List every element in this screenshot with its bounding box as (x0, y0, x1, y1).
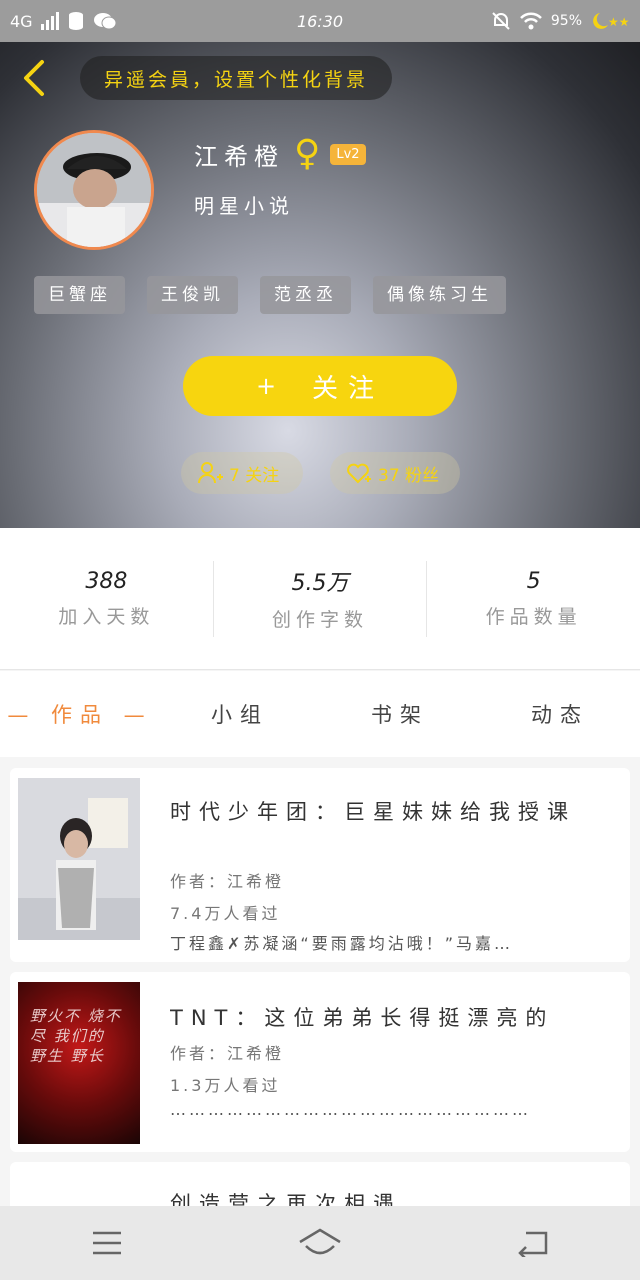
work-card[interactable]: 野火不 烧不尽 我们的 野生 野长 TNT：这位弟弟长得挺漂亮的 作者：江希橙 … (10, 972, 630, 1152)
stat-label: 创作字数 (272, 609, 369, 631)
user-name: 江希橙 (194, 142, 284, 171)
stat-value: 5.5万 (291, 571, 349, 596)
user-plus-icon (198, 462, 223, 484)
follow-button[interactable]: + 关注 (183, 356, 457, 416)
cover-text: 野火不 烧不尽 我们的 野生 野长 (30, 1007, 122, 1065)
stat-label: 加入天数 (58, 605, 155, 628)
tab-groups[interactable]: 小组 (160, 699, 320, 729)
stat-join-days: 388 加入天数 (0, 560, 214, 637)
back-button[interactable] (16, 56, 52, 100)
system-nav-bar (0, 1206, 640, 1280)
work-card[interactable]: 时代少年团：巨星妹妹给我授课 作者：江希橙 7.4万人看过 丁程鑫✗苏凝涵“要雨… (10, 768, 630, 962)
work-description: 丁程鑫✗苏凝涵“要雨露均沾哦！”马嘉… (170, 934, 513, 953)
follow-label: 关注 (312, 373, 385, 404)
stat-label: 作品数量 (485, 605, 582, 628)
tab-works[interactable]: — 作品 — (0, 699, 160, 729)
tag-item[interactable]: 巨蟹座 (34, 276, 125, 314)
avatar-image (37, 133, 151, 247)
set-background-banner[interactable]: 异遥会員，设置个性化背景 (80, 56, 392, 100)
profile-header: 异遥会員，设置个性化背景 江希橙 ♀ Lv2 明星小说 巨蟹座 王俊凯 范丞丞 … (0, 42, 640, 528)
stats-row: 388 加入天数 5.5万 创作字数 5 作品数量 (0, 528, 640, 670)
menu-icon (92, 1231, 121, 1255)
fans-button[interactable]: 37 粉丝 (330, 452, 460, 494)
work-author: 作者：江希橙 (170, 1044, 285, 1063)
work-title: TNT：这位弟弟长得挺漂亮的 (170, 1006, 555, 1030)
status-bar: 4G 16:30 95% ★★ (0, 0, 640, 42)
back-arrow-icon (518, 1231, 548, 1257)
avatar[interactable] (34, 130, 154, 250)
back-nav-button[interactable] (503, 1213, 563, 1273)
tag-item[interactable]: 王俊凯 (147, 276, 238, 314)
tag-list: 巨蟹座 王俊凯 范丞丞 偶像练习生 (34, 276, 506, 314)
work-views: 1.3万人看过 (170, 1076, 281, 1095)
work-author: 作者：江希橙 (170, 872, 285, 891)
user-category: 明星小说 (194, 194, 294, 218)
female-icon: ♀ (294, 133, 321, 174)
tag-item[interactable]: 偶像练习生 (373, 276, 506, 314)
chevron-left-icon (24, 60, 44, 96)
following-button[interactable]: 7 关注 (181, 452, 303, 494)
tab-activity[interactable]: 动态 (480, 699, 640, 729)
name-row: 江希橙 ♀ Lv2 (194, 136, 366, 172)
home-icon (299, 1228, 341, 1255)
works-list: 时代少年团：巨星妹妹给我授课 作者：江希橙 7.4万人看过 丁程鑫✗苏凝涵“要雨… (10, 768, 630, 1232)
home-button[interactable] (290, 1213, 350, 1273)
heart-plus-icon (347, 463, 371, 484)
work-description: ………………………………………………… (170, 1100, 531, 1119)
tab-bar: — 作品 — 小组 书架 动态 (0, 671, 640, 757)
stat-value: 388 (85, 568, 128, 594)
tab-bookshelf[interactable]: 书架 (320, 699, 480, 729)
level-badge: Lv2 (330, 143, 366, 165)
menu-button[interactable] (77, 1213, 137, 1273)
work-views: 7.4万人看过 (170, 904, 281, 923)
stat-works-count: 5 作品数量 (427, 561, 640, 637)
tag-item[interactable]: 范丞丞 (260, 276, 351, 314)
plus-icon: + (255, 372, 277, 400)
clock: 16:30 (296, 11, 344, 31)
work-title: 时代少年团：巨星妹妹给我授课 (170, 800, 576, 824)
following-count: 7 关注 (229, 465, 280, 486)
work-cover-image: 野火不 烧不尽 我们的 野生 野长 (18, 982, 140, 1144)
stat-value: 5 (526, 568, 541, 594)
work-cover-image (18, 778, 140, 940)
fans-count: 37 粉丝 (378, 465, 440, 486)
stat-word-count: 5.5万 创作字数 (214, 560, 428, 637)
